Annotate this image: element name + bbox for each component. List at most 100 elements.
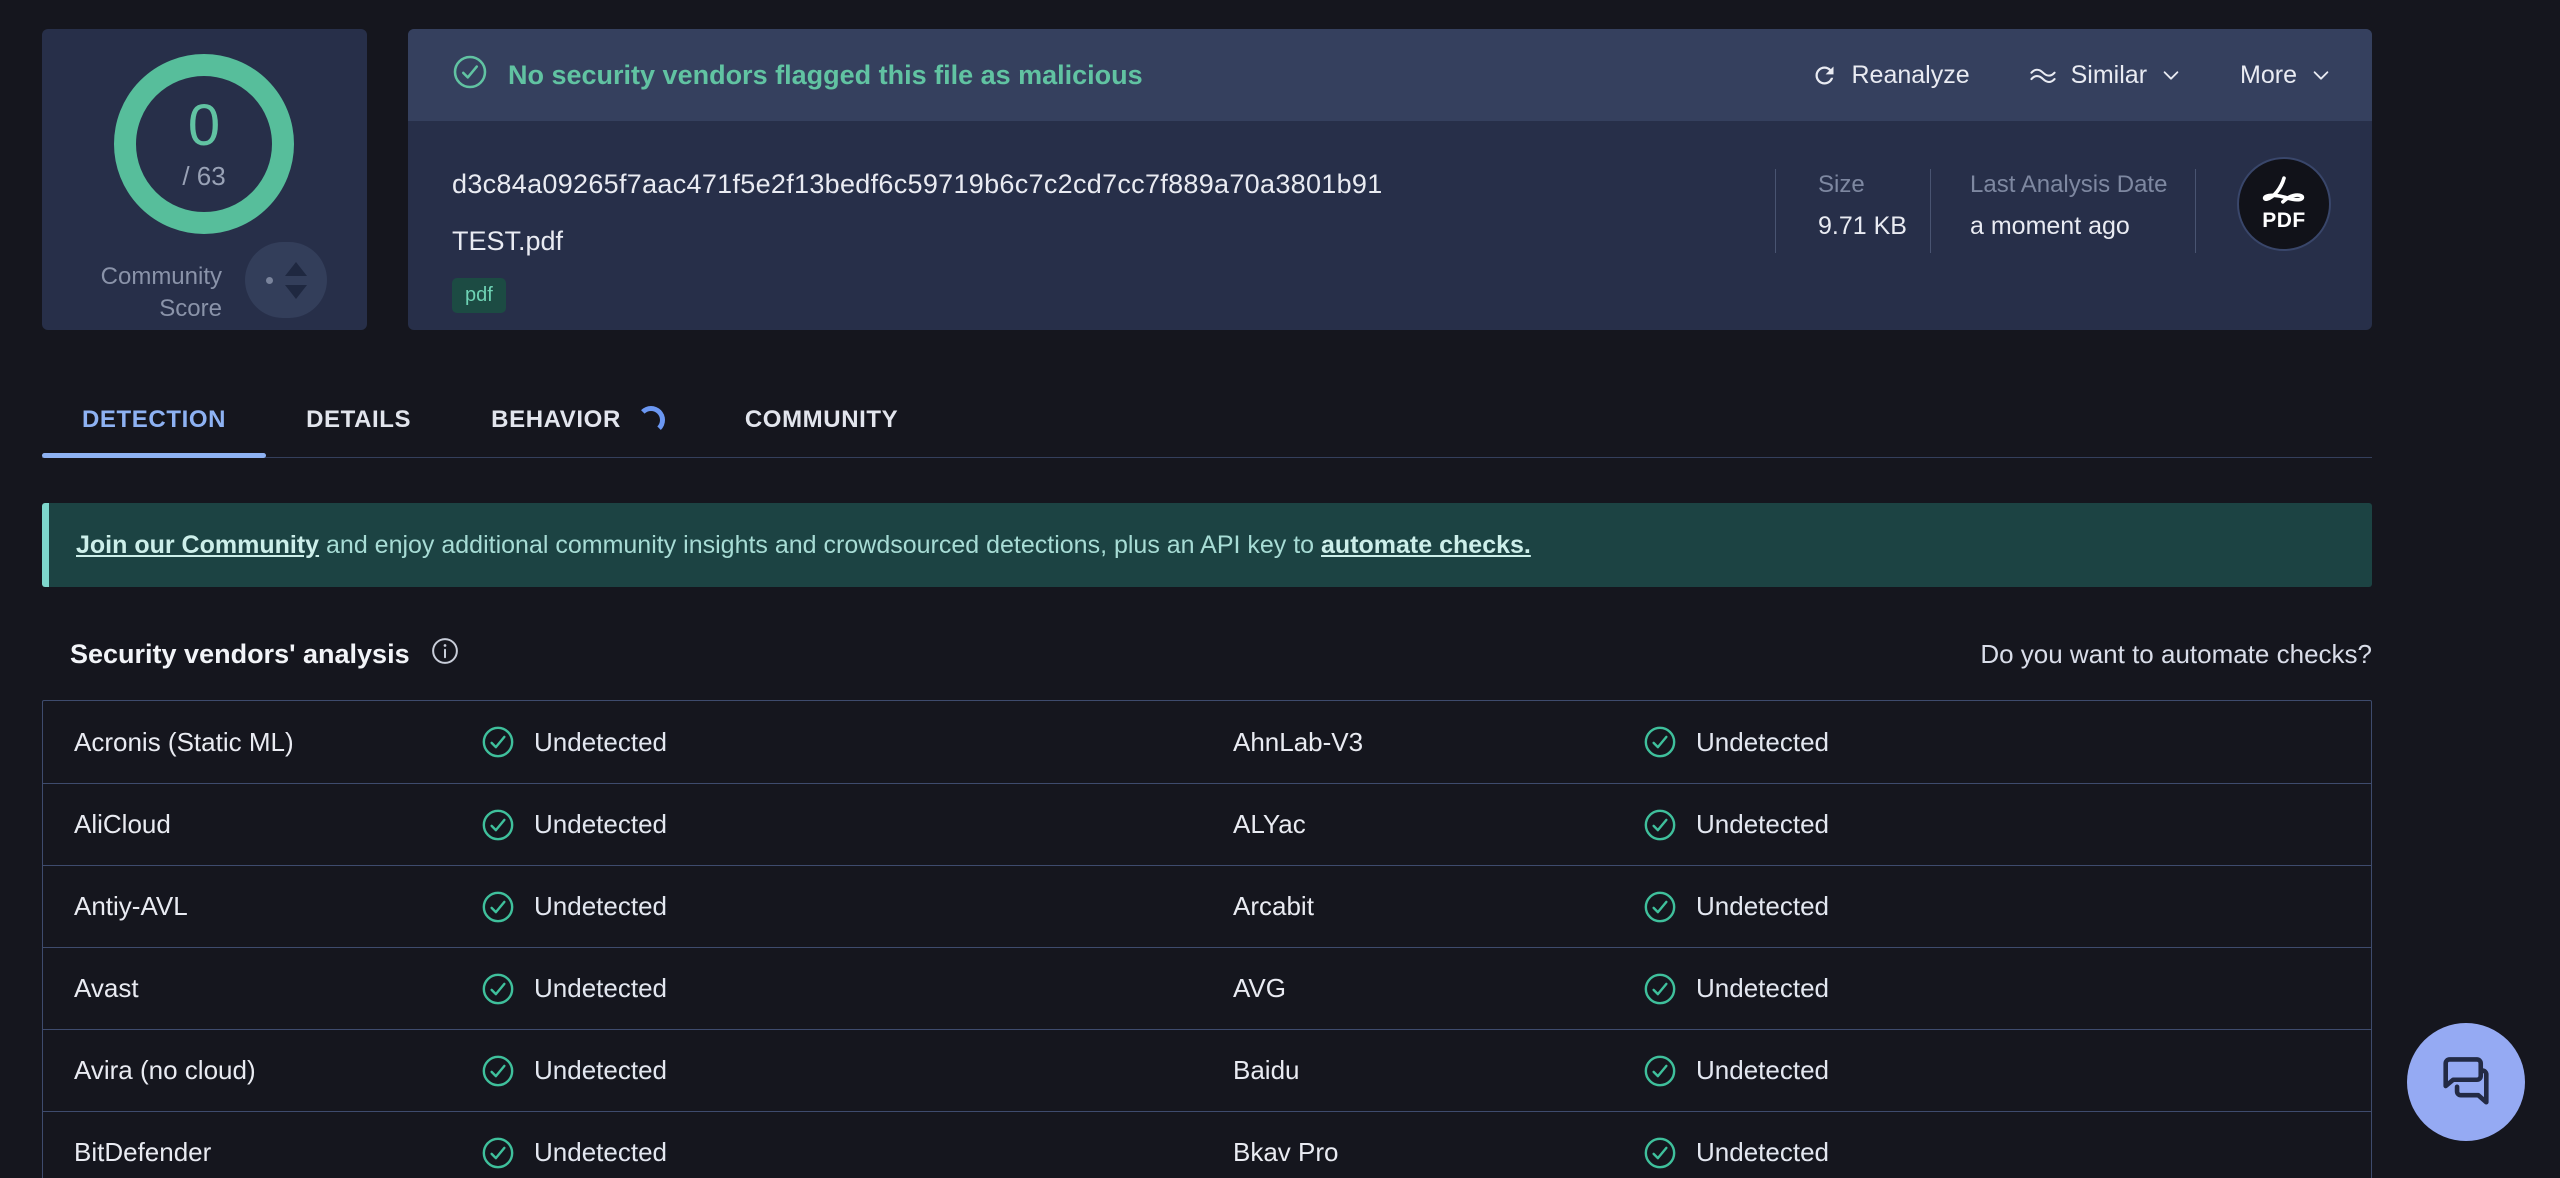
check-circle-icon (1643, 972, 1677, 1006)
vendor-name: BitDefender (43, 1137, 481, 1168)
chevron-down-icon (2160, 64, 2182, 86)
header-actions: Reanalyze Similar More (1811, 61, 2332, 90)
verdict-text: No security vendors flagged this file as… (508, 60, 1143, 91)
check-circle-icon (1643, 1054, 1677, 1088)
tab-community[interactable]: COMMUNITY (705, 382, 938, 457)
check-circle-icon (481, 890, 515, 924)
more-label: More (2240, 61, 2297, 90)
last-analysis-block: Last Analysis Date a moment ago (1970, 171, 2167, 241)
tab-detection-label: DETECTION (82, 406, 226, 434)
refresh-icon (1811, 62, 1838, 89)
vendor-status: Undetected (1643, 1054, 2371, 1088)
file-name: TEST.pdf (452, 226, 563, 257)
reanalyze-label: Reanalyze (1851, 61, 1969, 90)
last-analysis-value: a moment ago (1970, 212, 2167, 241)
vote-down-icon[interactable] (285, 285, 307, 299)
status-text: Undetected (1696, 809, 1829, 840)
vendor-status: Undetected (1643, 890, 2371, 924)
verdict-bar: No security vendors flagged this file as… (408, 29, 2372, 121)
status-text: Undetected (1696, 727, 1829, 758)
vendor-name: AVG (1233, 973, 1643, 1004)
reanalyze-button[interactable]: Reanalyze (1811, 61, 1969, 90)
file-hash: d3c84a09265f7aac471f5e2f13bedf6c59719b6c… (452, 169, 1383, 200)
security-vendors-table: Acronis (Static ML) Undetected AhnLab-V3… (42, 700, 2372, 1178)
banner-text: and enjoy additional community insights … (319, 531, 1321, 559)
chat-fab-button[interactable] (2407, 1023, 2525, 1141)
detection-score-donut: 0 / 63 (114, 54, 294, 234)
check-circle-icon (1643, 1136, 1677, 1170)
similar-label: Similar (2071, 61, 2147, 90)
table-row: Avira (no cloud) Undetected Baidu Undete… (43, 1029, 2371, 1111)
tab-behavior[interactable]: BEHAVIOR (451, 382, 705, 457)
vendor-status: Undetected (481, 1054, 1233, 1088)
vendor-status: Undetected (481, 972, 1233, 1006)
engines-total: / 63 (182, 161, 225, 192)
vendor-name: Acronis (Static ML) (43, 727, 481, 758)
info-icon[interactable] (430, 636, 460, 673)
chevron-down-icon (2310, 64, 2332, 86)
vendor-status: Undetected (1643, 725, 2371, 759)
vendor-status: Undetected (481, 725, 1233, 759)
last-analysis-label: Last Analysis Date (1970, 171, 2167, 199)
similar-waves-icon (2028, 63, 2058, 87)
file-size-block: Size 9.71 KB (1818, 171, 1907, 241)
status-text: Undetected (534, 1137, 667, 1168)
join-community-link[interactable]: Join our Community (76, 531, 319, 559)
check-circle-icon (452, 54, 488, 97)
check-circle-icon (1643, 808, 1677, 842)
vendor-name: Baidu (1233, 1055, 1643, 1086)
size-value: 9.71 KB (1818, 212, 1907, 241)
automate-checks-link[interactable]: automate checks. (1321, 531, 1531, 559)
status-text: Undetected (534, 973, 667, 1004)
size-label: Size (1818, 171, 1907, 199)
more-button[interactable]: More (2240, 61, 2332, 90)
table-row: AliCloud Undetected ALYac Undetected (43, 783, 2371, 865)
status-text: Undetected (534, 1055, 667, 1086)
vendors-section-header: Security vendors' analysis Do you want t… (42, 628, 2372, 680)
vendor-status: Undetected (481, 808, 1233, 842)
check-circle-icon (481, 725, 515, 759)
divider (1930, 169, 1931, 253)
section-title-text: Security vendors' analysis (70, 639, 410, 670)
pdf-badge-label: PDF (2262, 209, 2306, 233)
vendor-name: ALYac (1233, 809, 1643, 840)
check-circle-icon (481, 1054, 515, 1088)
vendor-name: AhnLab-V3 (1233, 727, 1643, 758)
divider (2195, 169, 2196, 253)
table-row: Avast Undetected AVG Undetected (43, 947, 2371, 1029)
community-score-label: Community Score (92, 261, 222, 326)
forum-chat-icon (2437, 1051, 2495, 1114)
detections-count: 0 (188, 97, 220, 155)
tab-details[interactable]: DETAILS (266, 382, 451, 457)
check-circle-icon (1643, 725, 1677, 759)
pdf-file-type-badge: PDF (2237, 157, 2331, 251)
behavior-loading-spinner-icon (637, 406, 665, 434)
table-row: Acronis (Static ML) Undetected AhnLab-V3… (43, 701, 2371, 783)
vendor-name: AliCloud (43, 809, 481, 840)
vendor-name: Arcabit (1233, 891, 1643, 922)
join-community-banner: Join our Community and enjoy additional … (42, 503, 2372, 587)
vendor-name: Avast (43, 973, 481, 1004)
tab-detection[interactable]: DETECTION (42, 382, 266, 457)
score-card: 0 / 63 Community Score (42, 29, 367, 330)
similar-button[interactable]: Similar (2028, 61, 2182, 90)
check-circle-icon (481, 972, 515, 1006)
status-text: Undetected (1696, 973, 1829, 1004)
adobe-pdf-icon (2262, 176, 2306, 211)
vendor-status: Undetected (1643, 972, 2371, 1006)
check-circle-icon (1643, 890, 1677, 924)
table-row: Antiy-AVL Undetected Arcabit Undetected (43, 865, 2371, 947)
verdict-message: No security vendors flagged this file as… (452, 54, 1143, 97)
vendor-name: Antiy-AVL (43, 891, 481, 922)
status-text: Undetected (1696, 1137, 1829, 1168)
divider (1775, 169, 1776, 253)
vendor-status: Undetected (1643, 808, 2371, 842)
file-type-tag[interactable]: pdf (452, 278, 506, 313)
vote-arrows[interactable] (285, 262, 307, 299)
vendor-name: Bkav Pro (1233, 1137, 1643, 1168)
automate-checks-cta[interactable]: Do you want to automate checks? (1980, 639, 2372, 670)
vote-up-icon[interactable] (285, 262, 307, 276)
community-vote-control[interactable] (245, 242, 327, 318)
vote-dot-icon (266, 277, 273, 284)
vendor-status: Undetected (1643, 1136, 2371, 1170)
